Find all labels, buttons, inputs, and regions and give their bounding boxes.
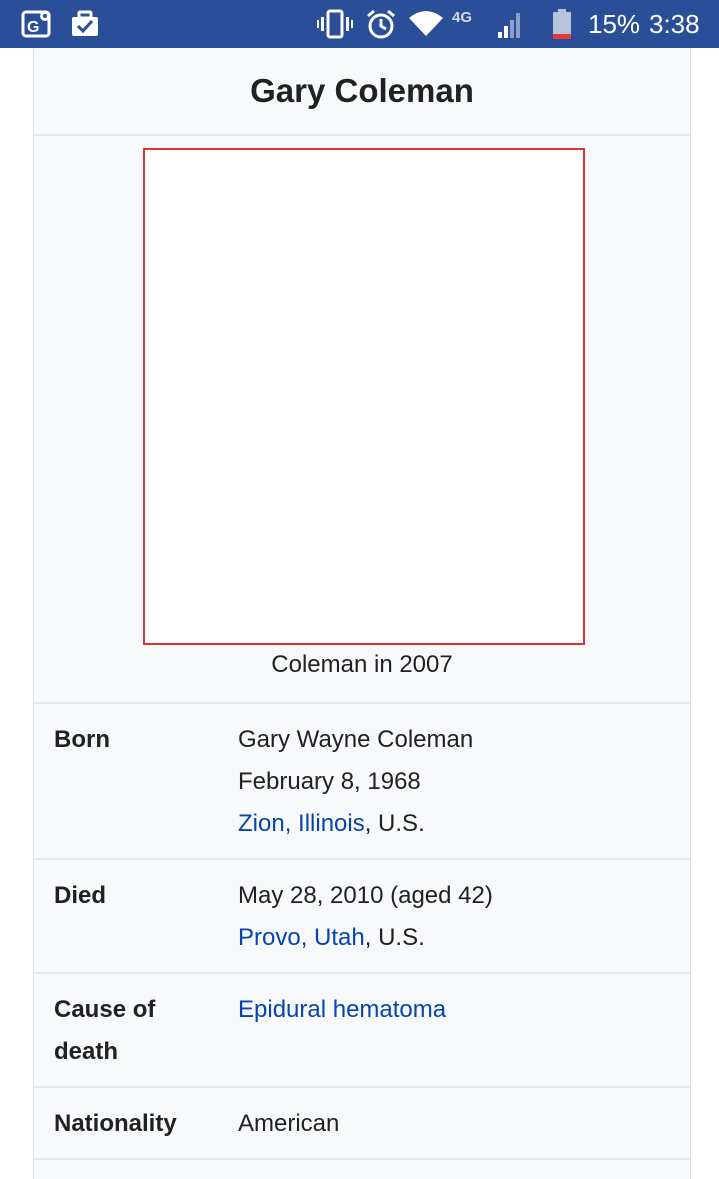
- image-caption: Coleman in 2007: [271, 651, 453, 678]
- cause-of-death-link[interactable]: Epidural hematoma: [238, 996, 446, 1023]
- divider: [34, 1158, 690, 1160]
- divider: [34, 1086, 690, 1088]
- divider: [34, 134, 690, 136]
- born-date: February 8, 1968: [238, 768, 421, 795]
- infobox: Gary Coleman Coleman in 2007 Born Gary W…: [33, 48, 691, 1179]
- vibrate-icon: [316, 8, 354, 40]
- task-notification-icon: [68, 8, 102, 40]
- row-label-line: death: [54, 1038, 119, 1065]
- divider: [34, 972, 690, 974]
- row-label-born: Born: [54, 726, 110, 753]
- nationality-value: American: [238, 1110, 340, 1137]
- clock: 3:38: [649, 9, 700, 39]
- maps-notification-icon: G: [20, 8, 54, 40]
- infobox-title: Gary Coleman: [250, 72, 474, 109]
- row-label-cause-of-death: Cause of death: [54, 989, 155, 1073]
- status-bar: G 4G 15% 3:38: [0, 0, 719, 48]
- portrait-image[interactable]: [143, 148, 585, 645]
- battery-percent: 15%: [588, 9, 641, 39]
- row-label-line: Cause of: [54, 996, 156, 1023]
- died-date: May 28, 2010 (aged 42): [238, 882, 493, 909]
- born-place-suffix: , U.S.: [364, 810, 425, 837]
- divider: [34, 702, 690, 704]
- alarm-icon: [364, 8, 398, 40]
- born-place: Zion, Illinois, U.S.: [238, 803, 425, 845]
- died-place: Provo, Utah, U.S.: [238, 917, 425, 959]
- divider: [34, 858, 690, 860]
- signal-icon: 4G: [452, 8, 524, 40]
- wifi-icon: [406, 8, 446, 40]
- born-name: Gary Wayne Coleman: [238, 726, 474, 753]
- svg-text:G: G: [27, 19, 39, 36]
- cause-of-death-value: Epidural hematoma: [238, 989, 446, 1031]
- born-place-link[interactable]: Zion, Illinois: [238, 810, 365, 837]
- network-type-label: 4G: [452, 9, 472, 26]
- died-place-link[interactable]: Provo, Utah: [238, 924, 365, 951]
- row-label-died: Died: [54, 882, 107, 909]
- row-label-nationality: Nationality: [54, 1110, 177, 1137]
- battery-icon: [550, 8, 574, 40]
- died-place-suffix: , U.S.: [364, 924, 425, 951]
